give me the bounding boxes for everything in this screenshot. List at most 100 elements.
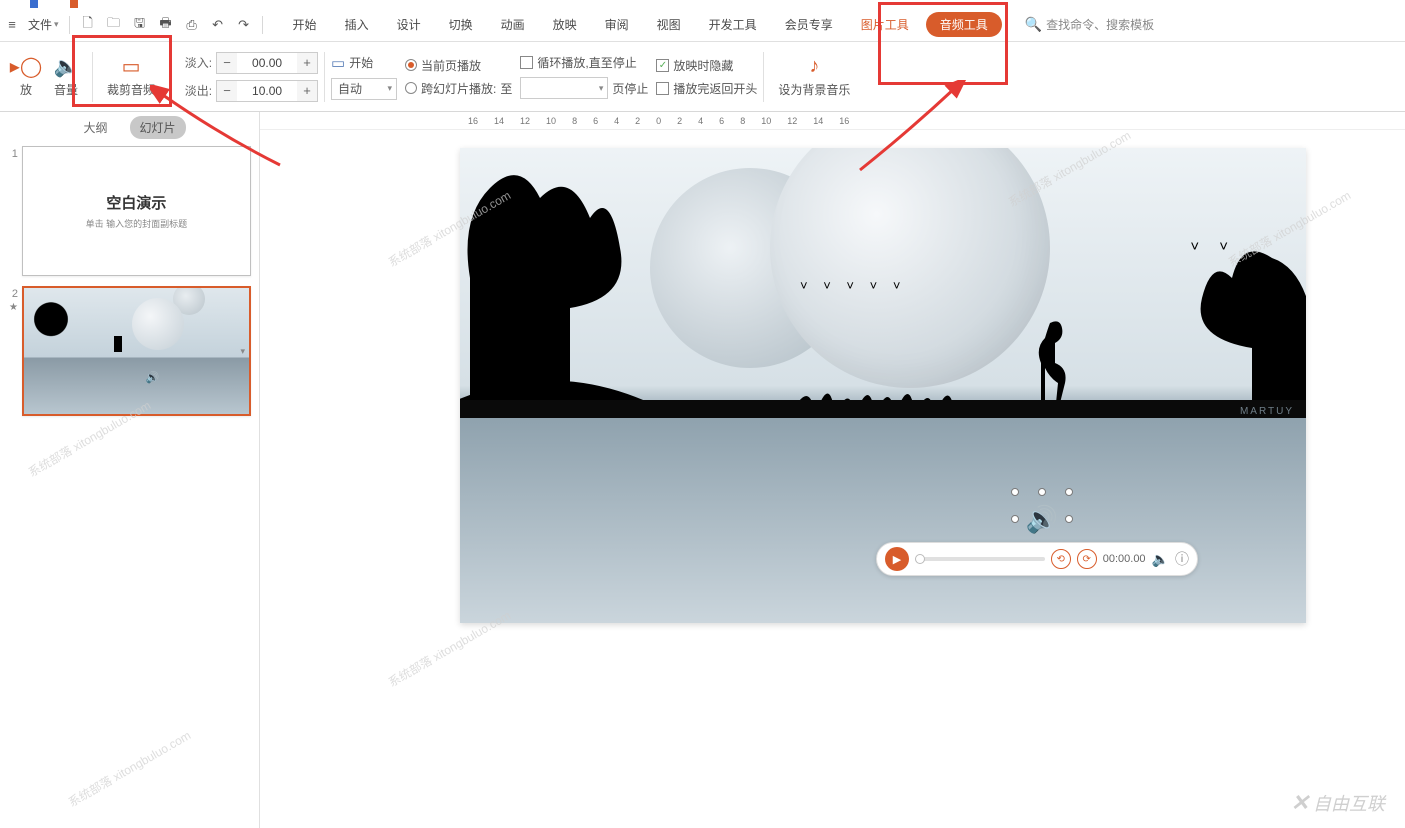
save-icon[interactable]: 🖫: [132, 17, 148, 33]
open-icon[interactable]: 🗀: [106, 17, 122, 33]
next-button[interactable]: ⟳: [1077, 549, 1097, 569]
checkbox-hide[interactable]: [656, 59, 669, 72]
search-placeholder: 查找命令、搜索模板: [1046, 16, 1154, 33]
horizontal-ruler: 1614121086420246810121416: [260, 112, 1405, 130]
info-icon[interactable]: ⓘ: [1175, 549, 1189, 569]
tab-vip[interactable]: 会员专享: [771, 8, 847, 41]
time-display: 00:00.00: [1103, 553, 1146, 565]
flamingo-silhouette: [1020, 313, 1080, 408]
tab-picture-tools[interactable]: 图片工具: [847, 8, 923, 41]
brand-watermark: 自由互联: [1291, 790, 1385, 816]
slide-thumbnail[interactable]: 1 空白演示 单击 输入您的封面副标题: [8, 146, 251, 276]
slide-subtitle: 单击 输入您的封面副标题: [86, 217, 188, 230]
fade-out-spinner[interactable]: − +: [216, 80, 318, 102]
play-across-suffix: 至: [500, 80, 512, 97]
slide-number: 1: [8, 146, 18, 276]
birds-silhouette: ˅ ˅ ˅ ˅ ˅: [800, 278, 906, 293]
animation-star-icon: ★: [9, 302, 18, 313]
undo-icon[interactable]: ↶: [210, 17, 226, 33]
play-button[interactable]: ▸◯ 放: [6, 53, 46, 100]
tab-design[interactable]: 设计: [383, 8, 435, 41]
separator: [169, 52, 170, 102]
fade-in-input[interactable]: [237, 53, 297, 73]
search-icon: 🔍: [1025, 16, 1042, 33]
play-button[interactable]: ▶: [885, 547, 909, 571]
tab-insert[interactable]: 插入: [331, 8, 383, 41]
checkbox-rewind[interactable]: [656, 82, 669, 95]
plus-button[interactable]: +: [297, 53, 317, 73]
file-menu[interactable]: 文件: [22, 12, 65, 37]
nav-slides[interactable]: 幻灯片: [130, 116, 186, 139]
play-icon: ▸◯: [14, 55, 38, 77]
volume-icon[interactable]: 🔈: [1152, 551, 1169, 568]
fade-out-input[interactable]: [237, 81, 297, 101]
audio-player: ▶ ⟲ ⟳ 00:00.00 🔈 ⓘ: [876, 542, 1198, 576]
image-watermark: MARTUY: [1240, 406, 1294, 417]
resize-handle[interactable]: [1038, 488, 1046, 496]
slide-title: 空白演示: [106, 192, 166, 213]
slide-stage[interactable]: ˅ ˅ ˅ ˅ ˅ ˅ ˅ MARTUY 🔊 ▶: [460, 148, 1306, 623]
fade-in-label: 淡入:: [176, 54, 212, 71]
hamburger-icon[interactable]: ≡: [4, 17, 20, 33]
fade-in-spinner[interactable]: − +: [216, 52, 318, 74]
seek-track[interactable]: [915, 557, 1045, 561]
music-icon: ♪: [802, 55, 826, 77]
resize-handle[interactable]: [1065, 488, 1073, 496]
start-icon: ▭: [331, 54, 345, 72]
separator: [324, 52, 325, 102]
search-box[interactable]: 🔍 查找命令、搜索模板: [1025, 16, 1154, 33]
trim-icon: ▭: [119, 55, 143, 77]
start-label: 开始: [349, 54, 373, 71]
fade-out-label: 淡出:: [176, 82, 212, 99]
seek-knob[interactable]: [915, 554, 925, 564]
birds-silhouette: ˅ ˅: [1190, 238, 1236, 255]
volume-icon: 🔈: [54, 55, 78, 77]
tab-transition[interactable]: 切换: [435, 8, 487, 41]
slide-number: 2: [8, 286, 18, 300]
page-stop-label: 页停止: [612, 80, 648, 97]
workspace: 大纲 幻灯片 1 空白演示 单击 输入您的封面副标题 2 ★ 🔊: [0, 112, 1405, 828]
tab-audio-tools[interactable]: 音频工具: [926, 12, 1002, 37]
slide-thumbnail[interactable]: 2 ★ 🔊: [8, 286, 251, 416]
nav-outline[interactable]: 大纲: [73, 116, 117, 139]
menu-bar: ≡ 文件 🗋 🗀 🖫 🖶 ⎙ ↶ ↷ 开始 插入 设计 切换 动画 放映 审阅 …: [0, 8, 1405, 42]
separator: [262, 16, 263, 34]
slide-preview: 🔊: [24, 288, 249, 414]
play-across-label: 跨幻灯片播放:: [421, 80, 496, 97]
audio-object[interactable]: 🔊: [1015, 492, 1069, 546]
resize-handle[interactable]: [1011, 488, 1019, 496]
redo-icon[interactable]: ↷: [236, 17, 252, 33]
print-icon[interactable]: 🖶: [158, 17, 174, 33]
volume-button[interactable]: 🔈 音量: [46, 53, 86, 100]
start-mode-select[interactable]: 自动: [331, 78, 397, 100]
tab-slideshow[interactable]: 放映: [539, 8, 591, 41]
play-current-label: 当前页播放: [421, 57, 481, 74]
loop-label: 循环播放,直至停止: [537, 54, 636, 71]
speaker-icon: 🔊: [1025, 502, 1059, 536]
plus-button[interactable]: +: [297, 81, 317, 101]
tab-start[interactable]: 开始: [279, 8, 331, 41]
resize-handle[interactable]: [1011, 515, 1019, 523]
prev-button[interactable]: ⟲: [1051, 549, 1071, 569]
set-bgm-button[interactable]: ♪ 设为背景音乐: [770, 53, 858, 100]
hide-label: 放映时隐藏: [673, 57, 733, 74]
panel-nav: 大纲 幻灯片: [0, 112, 259, 140]
minus-button[interactable]: −: [217, 81, 237, 101]
resize-handle[interactable]: [1065, 515, 1073, 523]
trim-audio-button[interactable]: ▭ 裁剪音频: [99, 53, 163, 100]
canvas-area: 1614121086420246810121416 ˅ ˅ ˅ ˅ ˅ ˅ ˅ …: [260, 112, 1405, 828]
stop-at-select[interactable]: [520, 77, 608, 99]
radio-current-page[interactable]: [405, 59, 417, 71]
tab-view[interactable]: 视图: [643, 8, 695, 41]
checkbox-loop[interactable]: [520, 56, 533, 69]
radio-across-slides[interactable]: [405, 82, 417, 94]
minus-button[interactable]: −: [217, 53, 237, 73]
ribbon: ▸◯ 放 🔈 音量 ▭ 裁剪音频 淡入: − + 淡出:: [0, 42, 1405, 112]
tab-animation[interactable]: 动画: [487, 8, 539, 41]
tab-review[interactable]: 审阅: [591, 8, 643, 41]
new-icon[interactable]: 🗋: [80, 17, 96, 33]
separator: [69, 16, 70, 34]
title-strip: [0, 0, 1405, 8]
preview-icon[interactable]: ⎙: [184, 17, 200, 33]
tab-devtools[interactable]: 开发工具: [695, 8, 771, 41]
